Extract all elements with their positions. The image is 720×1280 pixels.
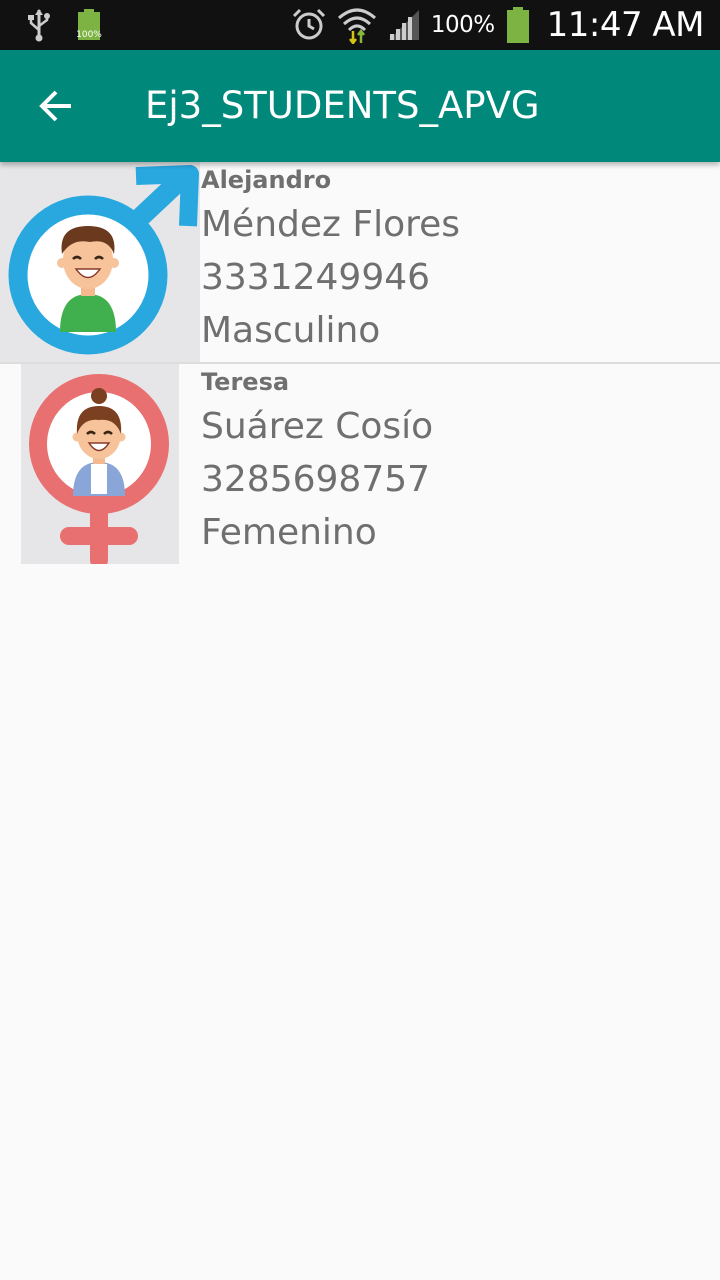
student-phone: 3331249946 (201, 257, 431, 298)
student-gender: Femenino (201, 512, 377, 553)
arrow-left-icon (39, 90, 71, 122)
list-item[interactable]: Alejandro Méndez Flores 3331249946 Mascu… (0, 162, 720, 364)
back-button[interactable] (28, 78, 84, 134)
screen: 100% 100% 11:47 AM Ej3_STUDENTS_APVG Ale… (0, 0, 720, 1280)
wifi-icon (337, 8, 376, 44)
alarm-icon (292, 8, 325, 40)
battery-percent: 100% (430, 12, 495, 38)
student-first-name: Alejandro (201, 166, 332, 194)
battery-small-icon: 100% (76, 9, 102, 40)
status-bar-left: 100% (26, 0, 104, 50)
student-last-name: Méndez Flores (201, 204, 461, 245)
signal-icon (388, 10, 419, 40)
app-bar: Ej3_STUDENTS_APVG (0, 50, 720, 162)
list-item[interactable]: Teresa Suárez Cosío 3285698757 Femenino (0, 364, 720, 564)
app-title: Ej3_STUDENTS_APVG (145, 84, 540, 127)
student-last-name: Suárez Cosío (201, 406, 434, 447)
student-phone: 3285698757 (201, 459, 431, 500)
status-bar: 100% 100% 11:47 AM (0, 0, 720, 50)
student-gender: Masculino (201, 310, 381, 351)
male-symbol-avatar-icon (0, 162, 200, 362)
female-symbol-avatar-icon (21, 364, 179, 564)
usb-icon (28, 9, 50, 42)
status-bar-right: 100% 11:47 AM (291, 0, 705, 50)
battery-icon (506, 7, 529, 43)
student-first-name: Teresa (201, 368, 290, 396)
svg-text:100%: 100% (76, 30, 102, 40)
clock: 11:47 AM (546, 5, 705, 45)
student-list: Alejandro Méndez Flores 3331249946 Mascu… (0, 162, 720, 564)
